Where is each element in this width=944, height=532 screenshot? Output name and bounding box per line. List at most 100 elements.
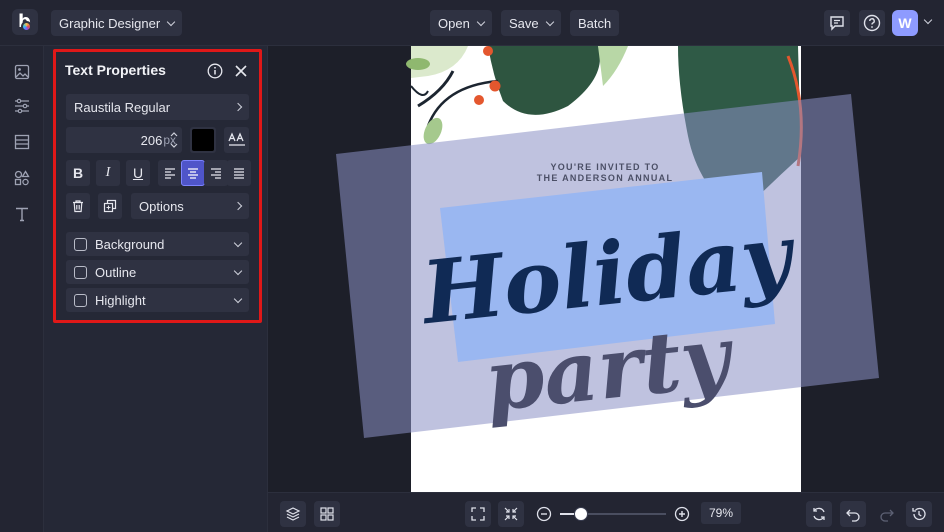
help-icon — [863, 14, 881, 32]
background-checkbox[interactable] — [74, 237, 87, 251]
refresh-icon — [813, 507, 825, 521]
text-icon — [16, 207, 28, 222]
actual-size-button[interactable] — [498, 501, 524, 527]
font-size-input[interactable]: 206 px — [66, 127, 182, 153]
italic-button[interactable]: I — [96, 160, 120, 186]
font-name: Raustila Regular — [74, 99, 171, 115]
app-logo[interactable]: b — [12, 9, 38, 35]
duplicate-icon — [103, 199, 117, 213]
history-button[interactable] — [906, 501, 932, 527]
avatar-letter: W — [898, 15, 912, 31]
accordion-highlight[interactable]: Highlight — [66, 288, 249, 312]
info-icon — [207, 63, 223, 79]
fit-screen-button[interactable] — [465, 501, 491, 527]
expand-icon — [471, 507, 485, 521]
design-canvas[interactable]: YOU'RE INVITED TO THE ANDERSON ANNUAL Ho… — [268, 46, 944, 492]
layers-icon — [285, 507, 301, 521]
grid-icon — [320, 507, 334, 521]
align-center-icon — [188, 168, 198, 179]
close-button[interactable] — [234, 64, 248, 78]
options-label: Options — [139, 198, 184, 214]
highlight-checkbox[interactable] — [74, 293, 87, 307]
options-button[interactable]: Options — [131, 193, 249, 219]
zoom-slider-handle[interactable] — [574, 507, 588, 521]
save-label: Save — [509, 15, 539, 31]
zoom-slider-track[interactable] — [560, 507, 666, 521]
chevron-down-icon[interactable] — [923, 15, 933, 25]
layers-button[interactable] — [280, 501, 306, 527]
image-icon — [14, 64, 30, 80]
sliders-icon — [15, 98, 29, 114]
chevron-right-icon — [233, 201, 243, 211]
zoom-in-button[interactable] — [674, 506, 690, 522]
mode-dropdown[interactable]: Graphic Designer — [51, 10, 183, 36]
batch-label: Batch — [578, 15, 612, 31]
accordion-outline[interactable]: Outline — [66, 260, 249, 284]
outline-checkbox[interactable] — [74, 265, 87, 279]
bottom-bar — [268, 492, 944, 532]
align-right-icon — [211, 168, 221, 179]
align-left-button[interactable] — [158, 160, 182, 186]
rail-layout-tool[interactable] — [12, 132, 32, 152]
accordion-label: Outline — [95, 264, 137, 280]
user-avatar[interactable]: W — [892, 10, 918, 36]
undo-button[interactable] — [840, 501, 866, 527]
accordion-label: Background — [95, 236, 165, 252]
font-size-value: 206 — [140, 132, 163, 148]
redo-icon — [880, 509, 894, 522]
chevron-down-icon — [166, 17, 176, 26]
chevron-down-icon — [476, 17, 486, 26]
chevron-down-icon — [233, 266, 243, 275]
refresh-button[interactable] — [806, 501, 832, 527]
help-button[interactable] — [859, 10, 885, 36]
bold-button[interactable]: B — [66, 160, 90, 186]
trash-icon — [73, 200, 83, 213]
canvas-stage: YOU'RE INVITED TO THE ANDERSON ANNUAL Ho… — [268, 46, 944, 492]
accordion-label: Highlight — [95, 292, 146, 308]
accordion-background[interactable]: Background — [66, 232, 249, 256]
zoom-out-icon — [536, 506, 552, 522]
batch-button[interactable]: Batch — [570, 10, 620, 36]
tool-rail — [0, 46, 44, 532]
chevron-down-icon — [233, 294, 243, 303]
invite-line-2: THE ANDERSON ANNUAL — [537, 173, 674, 183]
delete-button[interactable] — [66, 193, 90, 219]
align-right-button[interactable] — [204, 160, 228, 186]
grid-button[interactable] — [314, 501, 340, 527]
font-selector[interactable]: Raustila Regular — [66, 94, 249, 120]
comment-icon — [830, 16, 844, 31]
open-label: Open — [438, 15, 470, 31]
redo-button[interactable] — [874, 501, 900, 527]
text-case-button[interactable] — [224, 127, 249, 153]
save-button[interactable]: Save — [501, 10, 561, 36]
text-case-icon — [227, 132, 245, 146]
stepper-arrows-icon — [170, 132, 178, 148]
chevron-down-icon — [233, 238, 243, 247]
font-size-stepper[interactable] — [168, 128, 180, 152]
underline-button[interactable]: U — [126, 160, 150, 186]
chevron-right-icon — [233, 102, 243, 112]
open-button[interactable]: Open — [430, 10, 492, 36]
zoom-value[interactable]: 79% — [701, 502, 741, 524]
layout-icon — [14, 134, 30, 150]
rail-image-tool[interactable] — [12, 62, 32, 82]
zoom-in-icon — [674, 506, 690, 522]
rail-text-tool[interactable] — [12, 204, 32, 224]
align-left-icon — [165, 168, 175, 179]
text-color-swatch[interactable] — [190, 127, 216, 153]
collapse-icon — [504, 507, 518, 521]
rail-elements-tool[interactable] — [12, 168, 32, 188]
invite-line-1: YOU'RE INVITED TO — [550, 162, 659, 172]
info-button[interactable] — [207, 63, 223, 79]
rail-adjust-tool[interactable] — [12, 96, 32, 116]
chevron-down-icon — [545, 17, 554, 26]
text-properties-box: Text Properties Raustila Regular 206 px … — [53, 49, 262, 323]
zoom-out-button[interactable] — [536, 506, 552, 522]
align-justify-icon — [234, 168, 244, 179]
duplicate-button[interactable] — [98, 193, 122, 219]
shapes-icon — [14, 170, 30, 186]
comment-button[interactable] — [824, 10, 850, 36]
align-justify-button[interactable] — [227, 160, 251, 186]
color-preview — [192, 129, 214, 151]
align-center-button[interactable] — [181, 160, 205, 186]
